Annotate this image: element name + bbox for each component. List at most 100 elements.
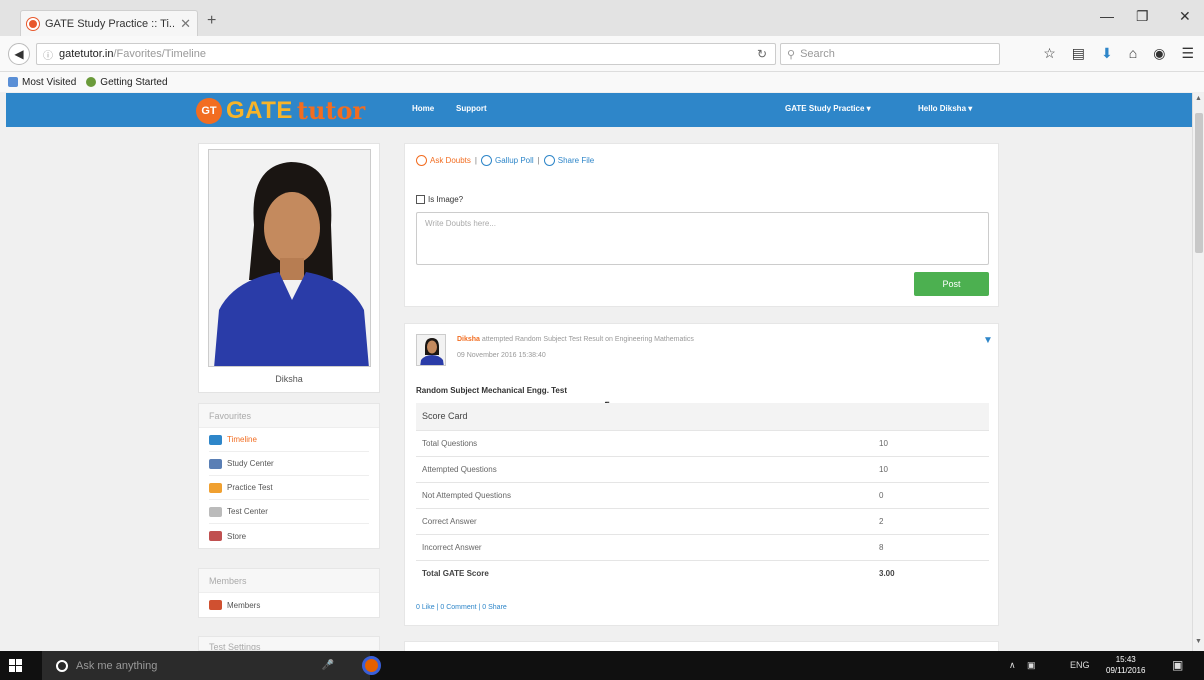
firefox-taskbar-icon[interactable] bbox=[362, 656, 381, 675]
download-icon[interactable]: ⬇ bbox=[1101, 45, 1113, 62]
timeline-icon bbox=[209, 434, 222, 445]
score-card-table: Score Card Total Questions 10 Attempted … bbox=[416, 403, 989, 586]
url-path: /Favorites/Timeline bbox=[113, 48, 206, 60]
sidebar-item-test-center[interactable]: Test Center bbox=[209, 500, 369, 524]
nav-home-link[interactable]: Home bbox=[412, 104, 434, 113]
share-icon bbox=[543, 155, 555, 166]
sidebar-item-label: Practice Test bbox=[227, 483, 273, 492]
scrollbar-thumb[interactable] bbox=[1195, 113, 1203, 253]
restore-button[interactable]: ❐ bbox=[1136, 8, 1149, 25]
feed-user-link[interactable]: Diksha bbox=[457, 336, 480, 343]
sidebar-item-practice-test[interactable]: Practice Test bbox=[209, 476, 369, 500]
row-value: 10 bbox=[873, 455, 989, 482]
sidebar-item-timeline[interactable]: Timeline bbox=[209, 428, 369, 452]
tray-chevron-icon[interactable]: ∧ bbox=[1009, 651, 1016, 680]
scroll-down-icon[interactable]: ▼ bbox=[1195, 638, 1202, 645]
profile-photo[interactable] bbox=[208, 149, 371, 367]
test-settings-heading: Test Settings bbox=[199, 637, 379, 650]
tab-gallup-poll[interactable]: Gallup Poll bbox=[480, 155, 534, 166]
test-settings-panel: Test Settings bbox=[198, 636, 380, 651]
bookmark-getting-started[interactable]: Getting Started bbox=[86, 77, 168, 88]
favourites-heading: Favourites bbox=[199, 404, 379, 428]
browser-search-input[interactable]: ⚲ Search bbox=[780, 43, 1000, 65]
study-center-icon bbox=[209, 458, 222, 469]
post-composer: Ask Doubts | Gallup Poll | Share File Is… bbox=[404, 143, 999, 307]
home-icon[interactable]: ⌂ bbox=[1129, 45, 1137, 62]
practice-test-icon bbox=[209, 482, 222, 493]
globe-icon bbox=[86, 77, 97, 87]
like-comment-share-links[interactable]: 0 Like | 0 Comment | 0 Share bbox=[416, 604, 507, 611]
feed-item: Diksha attempted Random Subject Test Res… bbox=[404, 323, 999, 626]
is-image-checkbox[interactable] bbox=[416, 195, 425, 204]
site-info-icon[interactable]: ⓘ bbox=[43, 47, 53, 62]
new-tab-button[interactable]: + bbox=[207, 12, 216, 30]
page-scrollbar[interactable]: ▲ ▼ bbox=[1192, 93, 1204, 651]
tab-label: Gallup Poll bbox=[494, 156, 534, 165]
cortana-search-input[interactable]: Ask me anything 🎤 bbox=[42, 651, 370, 680]
post-button[interactable]: Post bbox=[914, 272, 989, 296]
close-window-button[interactable]: ✕ bbox=[1179, 8, 1191, 25]
windows-taskbar: Ask me anything 🎤 ∧ ▣ ENG 15:43 09/11/20… bbox=[0, 651, 1204, 680]
row-label: Total Questions bbox=[416, 429, 873, 456]
system-clock[interactable]: 15:43 09/11/2016 bbox=[1106, 654, 1145, 676]
browser-tab[interactable]: GATE Study Practice :: Ti... ✕ bbox=[20, 10, 198, 36]
microphone-icon[interactable]: 🎤 bbox=[322, 660, 334, 671]
table-row: Not Attempted Questions 0 bbox=[416, 481, 989, 508]
browser-tab-bar: GATE Study Practice :: Ti... ✕ + — ❐ ✕ bbox=[0, 0, 1204, 36]
sidebar-item-store[interactable]: Store bbox=[209, 524, 369, 548]
bookmark-star-icon[interactable]: ☆ bbox=[1043, 45, 1056, 62]
nav-support-link[interactable]: Support bbox=[456, 104, 487, 113]
feed-test-name: Random Subject Mechanical Engg. Test bbox=[416, 386, 567, 395]
profile-name: Diksha bbox=[275, 374, 303, 384]
url-bar[interactable]: ⓘ gatetutor.in /Favorites/Timeline ↻ bbox=[36, 43, 776, 65]
members-panel: Members Members bbox=[198, 568, 380, 618]
windows-start-icon[interactable] bbox=[9, 659, 22, 672]
row-value: 0 bbox=[873, 481, 989, 508]
bookmark-most-visited[interactable]: Most Visited bbox=[8, 77, 76, 88]
logo-badge: GT bbox=[196, 97, 222, 124]
scroll-up-icon[interactable]: ▲ bbox=[1195, 95, 1202, 102]
language-indicator[interactable]: ENG bbox=[1070, 651, 1090, 680]
tab-title: GATE Study Practice :: Ti... bbox=[45, 17, 175, 30]
profile-portrait bbox=[209, 150, 370, 366]
tab-ask-doubts[interactable]: Ask Doubts bbox=[416, 155, 471, 166]
score-card-title: Score Card bbox=[416, 403, 989, 430]
reload-icon[interactable]: ↻ bbox=[757, 47, 767, 61]
back-button[interactable]: ◀ bbox=[8, 43, 30, 65]
test-center-icon bbox=[209, 506, 222, 517]
is-image-option[interactable]: Is Image? bbox=[416, 195, 463, 204]
score-card-header: Score Card bbox=[416, 403, 989, 430]
close-tab-icon[interactable]: ✕ bbox=[180, 16, 191, 32]
network-icon[interactable]: ▣ bbox=[1027, 651, 1036, 680]
sidebar-item-label: Members bbox=[227, 600, 261, 610]
minimize-button[interactable]: — bbox=[1100, 8, 1114, 24]
poll-icon bbox=[480, 155, 492, 166]
sidebar-item-study-center[interactable]: Study Center bbox=[209, 452, 369, 476]
doubt-textarea[interactable]: Write Doubts here... bbox=[416, 212, 989, 265]
nav-user-dropdown[interactable]: Hello Diksha ▾ bbox=[918, 104, 972, 113]
browser-nav-bar: ◀ ⓘ gatetutor.in /Favorites/Timeline ↻ ⚲… bbox=[0, 36, 1204, 72]
gatetutor-logo[interactable]: GT GATE tutor bbox=[196, 96, 365, 125]
avatar[interactable] bbox=[416, 334, 446, 366]
site-favicon-icon bbox=[27, 17, 39, 30]
menu-icon[interactable]: ☰ bbox=[1181, 45, 1194, 62]
feed-activity-text: attempted Random Subject Test Result on … bbox=[481, 336, 694, 343]
feed-timestamp: 09 November 2016 15:38:40 bbox=[457, 352, 546, 359]
reading-list-icon[interactable]: ▤ bbox=[1072, 45, 1085, 62]
table-row: Total Questions 10 bbox=[416, 429, 989, 456]
logo-tutor-text: tutor bbox=[296, 96, 366, 125]
chevron-down-icon[interactable]: ▼ bbox=[983, 335, 993, 346]
nav-practice-dropdown[interactable]: GATE Study Practice ▾ bbox=[785, 104, 871, 113]
feed-activity: Diksha attempted Random Subject Test Res… bbox=[457, 336, 694, 343]
is-image-label: Is Image? bbox=[428, 195, 464, 204]
tab-share-file[interactable]: Share File bbox=[543, 155, 594, 166]
post-action-tabs: Ask Doubts | Gallup Poll | Share File bbox=[416, 155, 594, 166]
sidebar-item-label: Timeline bbox=[227, 435, 257, 444]
table-row: Attempted Questions 10 bbox=[416, 455, 989, 482]
row-label: Correct Answer bbox=[416, 507, 873, 534]
table-row: Incorrect Answer 8 bbox=[416, 533, 989, 560]
sidebar-item-label: Study Center bbox=[227, 459, 274, 468]
pocket-icon[interactable]: ◉ bbox=[1153, 45, 1165, 62]
sidebar-item-members[interactable]: Members bbox=[209, 593, 369, 617]
notifications-icon[interactable]: ▣ bbox=[1172, 651, 1183, 680]
